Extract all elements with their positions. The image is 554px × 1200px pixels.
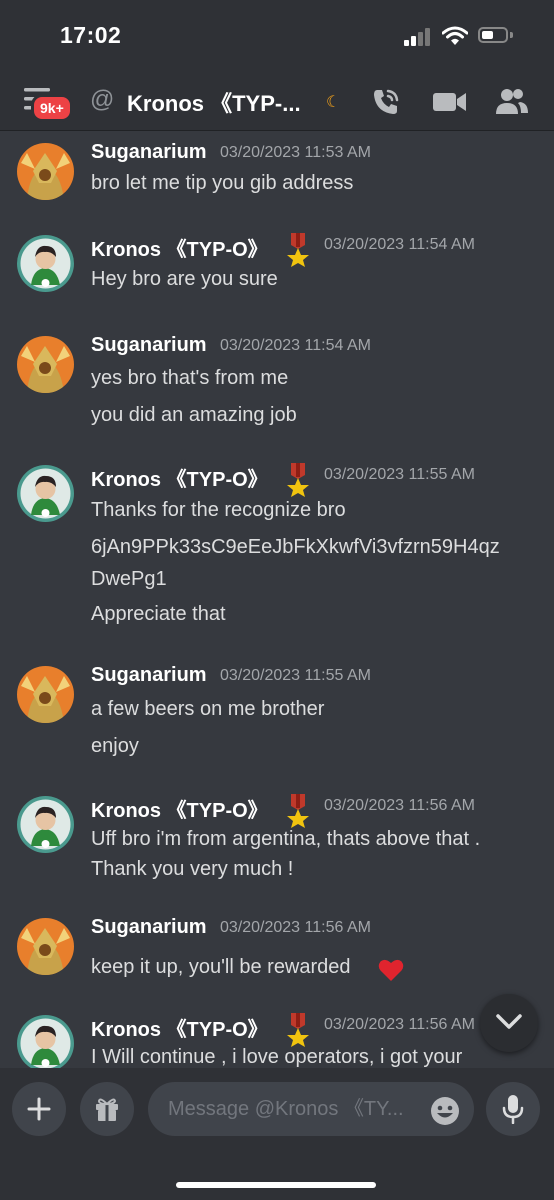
author-name[interactable]: Kronos 《TYP-O》: [91, 1013, 268, 1042]
battery-tip: [510, 32, 513, 38]
wifi-icon: [442, 26, 468, 45]
author-name[interactable]: Kronos 《TYP-O》: [91, 463, 268, 492]
moon-icon: ☾: [326, 94, 341, 111]
video-camera-icon[interactable]: [432, 86, 468, 118]
plus-icon: [27, 1097, 51, 1121]
at-symbol: @: [90, 86, 115, 113]
timestamp: 03/20/2023 11:53 AM: [220, 144, 371, 161]
chevron-down-icon: [496, 1014, 522, 1029]
message-text: keep it up, you'll be rewarded: [91, 956, 351, 978]
author-name[interactable]: Suganarium: [91, 141, 207, 164]
message-text: Thanks for the recognize bro: [91, 499, 346, 521]
timestamp: 03/20/2023 11:55 AM: [220, 667, 371, 684]
message-text: Appreciate that: [91, 603, 226, 625]
author-name[interactable]: Kronos 《TYP-O》: [91, 794, 268, 823]
message-text: bro let me tip you gib address: [91, 172, 354, 194]
kronos-avatar[interactable]: [17, 1015, 74, 1068]
message-text: Uff bro i'm from argentina, thats above …: [91, 828, 481, 850]
suganarium-avatar[interactable]: [17, 336, 74, 393]
notification-badge: 9k+: [31, 94, 73, 122]
suganarium-avatar[interactable]: [17, 143, 74, 200]
message-text: Thank you very much !: [91, 858, 294, 880]
members-icon[interactable]: [494, 86, 530, 118]
suganarium-avatar[interactable]: [17, 666, 74, 723]
gift-button[interactable]: [80, 1082, 134, 1136]
status-bar: 17:02: [0, 0, 554, 72]
message-text: a few beers on me brother: [91, 698, 325, 720]
message-text: I Will continue , i love operators, i go…: [91, 1046, 463, 1068]
author-name[interactable]: Suganarium: [91, 664, 207, 687]
timestamp: 03/20/2023 11:56 AM: [324, 1016, 475, 1033]
channel-header: 9k+ @ Kronos 《TYP-... ☾: [0, 72, 554, 131]
jump-to-bottom-button[interactable]: [480, 994, 538, 1052]
gift-icon: [96, 1098, 118, 1121]
add-attachment-button[interactable]: [12, 1082, 66, 1136]
medal-icon: [287, 1013, 309, 1047]
clock: 17:02: [60, 22, 122, 48]
emoji-icon[interactable]: [430, 1096, 460, 1126]
battery-icon: [478, 27, 508, 43]
phone-call-icon[interactable]: [370, 86, 402, 118]
author-name[interactable]: Suganarium: [91, 334, 207, 357]
message-text: you did an amazing job: [91, 404, 297, 426]
message-list[interactable]: Suganarium 03/20/2023 11:53 AM bro let m…: [0, 131, 554, 1068]
message-text: enjoy: [91, 735, 139, 757]
timestamp: 03/20/2023 11:54 AM: [220, 337, 371, 354]
timestamp: 03/20/2023 11:54 AM: [324, 236, 475, 253]
message-text: yes bro that's from me: [91, 367, 289, 389]
medal-icon: [287, 233, 309, 267]
timestamp: 03/20/2023 11:56 AM: [324, 797, 475, 814]
kronos-avatar[interactable]: [17, 465, 74, 522]
dm-title[interactable]: Kronos 《TYP-...: [127, 86, 301, 118]
suganarium-avatar[interactable]: [17, 918, 74, 975]
author-name[interactable]: Suganarium: [91, 916, 207, 939]
wallet-address-text: DwePg1: [91, 568, 167, 590]
author-name[interactable]: Kronos 《TYP-O》: [91, 233, 268, 262]
home-indicator[interactable]: [176, 1182, 376, 1188]
voice-message-button[interactable]: [486, 1082, 540, 1136]
heart-icon: [378, 959, 404, 981]
medal-icon: [287, 463, 309, 497]
medal-icon: [287, 794, 309, 828]
timestamp: 03/20/2023 11:55 AM: [324, 466, 475, 483]
timestamp: 03/20/2023 11:56 AM: [220, 919, 371, 936]
message-input[interactable]: Message @Kronos 《TY...: [148, 1082, 474, 1136]
cellular-signal-icon: [404, 28, 432, 46]
wallet-address-text: 6jAn9PPk33sC9eEeJbFkXkwfVi3vfzrn59H4qz: [91, 536, 500, 558]
message-text: Hey bro are you sure: [91, 268, 278, 290]
kronos-avatar[interactable]: [17, 235, 74, 292]
kronos-avatar[interactable]: [17, 796, 74, 853]
composer-bar: Message @Kronos 《TY...: [0, 1068, 554, 1200]
microphone-icon: [502, 1095, 524, 1124]
